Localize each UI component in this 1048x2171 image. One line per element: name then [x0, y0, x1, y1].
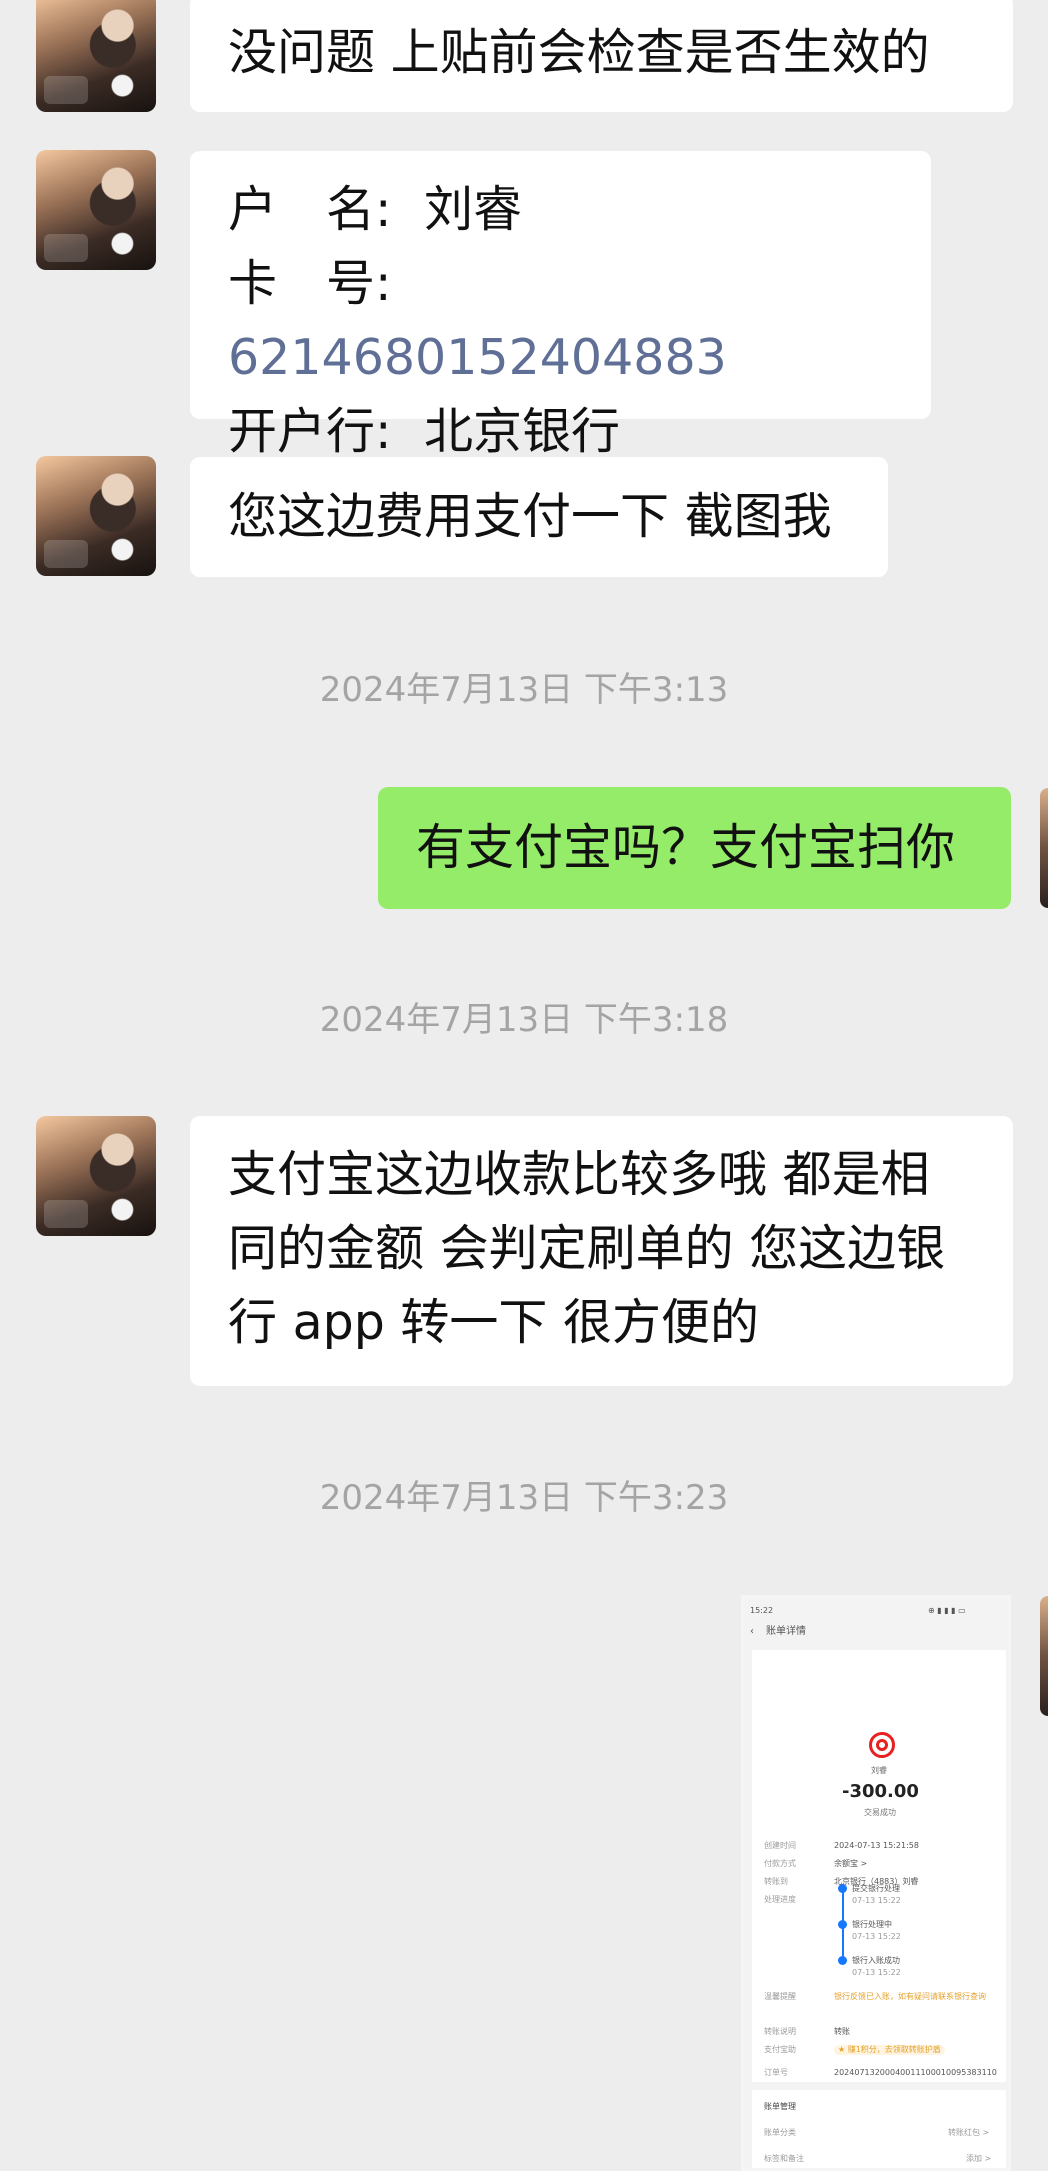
amount: -300.00	[842, 1781, 919, 1802]
back-chevron-icon[interactable]: ‹	[750, 1626, 754, 1638]
card-number-value[interactable]: 6214680152404883	[228, 329, 727, 386]
self-avatar[interactable]	[1040, 1596, 1048, 1716]
bank-info-bubble[interactable]: 户 名: 刘睿 卡 号:6214680152404883 开户行: 北京银行	[190, 151, 931, 460]
message-bubble-incoming[interactable]: 没问题 上贴前会检查是否生效的	[190, 0, 1013, 112]
status-icons: ⊕ ▮ ▮ ▮ ▭	[928, 1606, 966, 1615]
guarantee-value: ★ 赚1积分，去领取转账护盾	[834, 2045, 945, 2055]
card-number-label: 卡 号:	[228, 255, 392, 312]
message-bubble-incoming[interactable]: 支付宝这边收款比较多哦 都是相 同的金额 会判定刷单的 您这边银 行 app 转…	[190, 1116, 1013, 1386]
status-time: 15:22	[750, 1606, 774, 1615]
message-timestamp: 2024年7月13日 下午3:13	[319, 670, 729, 710]
card-number-line: 卡 号: 6214680152404883	[228, 247, 893, 395]
order-label: 订单号	[764, 2068, 788, 2077]
contact-avatar[interactable]	[36, 456, 156, 576]
message-line: 行 app 转一下 很方便的	[228, 1294, 759, 1351]
notice-value: 银行反馈已入账，如有疑问请联系银行查询	[834, 1992, 986, 2001]
message-text: 没问题 上贴前会检查是否生效的	[228, 24, 930, 81]
progress-step: 提交银行处理	[852, 1884, 900, 1893]
progress-step-icon	[838, 1920, 847, 1929]
account-name-line: 户 名: 刘睿	[228, 173, 893, 247]
progress-step-time: 07-13 15:22	[852, 1968, 901, 1977]
contact-avatar[interactable]	[36, 0, 156, 112]
bill-detail-card: 刘睿 -300.00 交易成功 创建时间 2024-07-13 15:21:58…	[752, 1650, 1006, 2082]
bill-manage-card: 账单管理 账单分类 转账红包 > 标签和备注 添加 >	[752, 2090, 1006, 2168]
tag-label: 标签和备注	[764, 2154, 804, 2163]
purpose-value: 转账	[834, 2027, 850, 2036]
guarantee-label: 支付宝助	[764, 2045, 796, 2054]
account-name-label: 户 名:	[228, 181, 392, 238]
transaction-status: 交易成功	[864, 1808, 896, 1817]
progress-step: 银行入账成功	[852, 1956, 900, 1965]
message-bubble-incoming[interactable]: 您这边费用支付一下 截图我	[190, 457, 888, 577]
self-avatar[interactable]	[1040, 788, 1048, 908]
category-value[interactable]: 转账红包 >	[948, 2128, 989, 2138]
progress-step-icon	[838, 1956, 847, 1965]
manage-title: 账单管理	[764, 2102, 796, 2111]
progress-step-time: 07-13 15:22	[852, 1932, 901, 1941]
message-bubble-outgoing[interactable]: 有支付宝吗？支付宝扫你	[378, 787, 1011, 909]
message-text: 您这边费用支付一下 截图我	[228, 488, 832, 545]
tag-value[interactable]: 添加 >	[966, 2154, 991, 2164]
account-name-value: 刘睿	[424, 181, 523, 238]
message-line: 支付宝这边收款比较多哦 都是相	[228, 1146, 930, 1203]
created-label: 创建时间	[764, 1841, 796, 1850]
message-timestamp: 2024年7月13日 下午3:18	[319, 1000, 729, 1040]
screenshot-header: 账单详情	[766, 1626, 806, 1637]
bank-name-value: 北京银行	[424, 403, 621, 460]
purpose-label: 转账说明	[764, 2027, 796, 2036]
notice-label: 温馨提醒	[764, 1992, 796, 2001]
order-value: 20240713200040011100010095383110	[834, 2068, 997, 2077]
message-text: 有支付宝吗？支付宝扫你	[416, 819, 956, 876]
category-label: 账单分类	[764, 2128, 796, 2137]
message-line: 同的金额 会判定刷单的 您这边银	[228, 1220, 946, 1277]
payment-value: 余额宝 >	[834, 1859, 868, 1868]
payee-name: 刘睿	[871, 1766, 887, 1775]
progress-label: 处理进度	[764, 1895, 796, 1904]
transfer-to-label: 转账到	[764, 1877, 788, 1886]
contact-avatar[interactable]	[36, 150, 156, 270]
progress-step: 银行处理中	[852, 1920, 892, 1929]
progress-step-icon	[838, 1884, 847, 1893]
bank-logo-icon	[869, 1732, 895, 1758]
progress-step-time: 07-13 15:22	[852, 1896, 901, 1905]
message-timestamp: 2024年7月13日 下午3:23	[319, 1478, 729, 1518]
created-value: 2024-07-13 15:21:58	[834, 1841, 919, 1850]
contact-avatar[interactable]	[36, 1116, 156, 1236]
payment-screenshot-image[interactable]: 15:22 ⊕ ▮ ▮ ▮ ▭ ‹ 账单详情 刘睿 -300.00 交易成功 创…	[741, 1595, 1011, 2171]
payment-label: 付款方式	[764, 1859, 796, 1868]
